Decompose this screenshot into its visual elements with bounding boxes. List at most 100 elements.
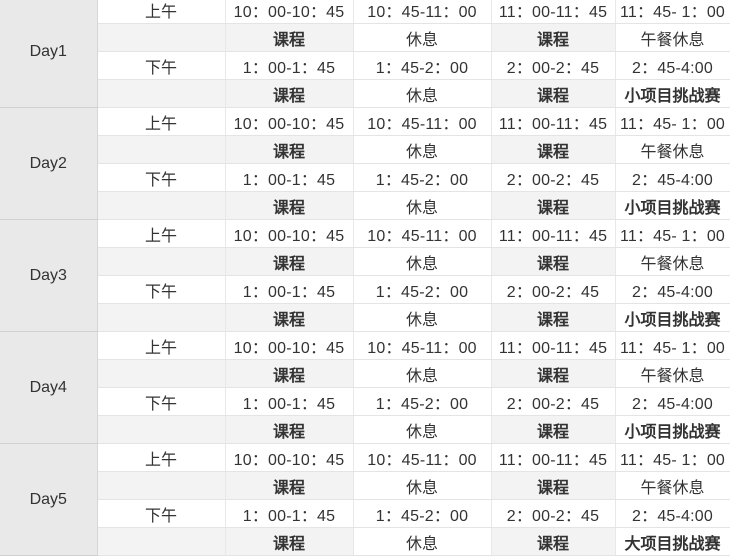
schedule-row: Day4 上午 10：00-10：45 10：45-11：00 11：00-11：45 1… xyxy=(0,331,730,444)
activity-course: 课程 xyxy=(225,303,354,332)
time-slot-pm: 2：00-2：45 xyxy=(491,387,616,416)
time-slot-am: 10：00-10：45 xyxy=(225,331,354,360)
time-slot-am: 10：00-10：45 xyxy=(225,443,354,472)
time-slot-pm: 2：45-4:00 xyxy=(615,387,730,416)
time-slot-am: 10：00-10：45 xyxy=(225,219,354,248)
activity-course: 课程 xyxy=(225,23,354,52)
day-label: Day3 xyxy=(0,219,98,332)
schedule-row: Day2 上午 10：00-10：45 10：45-11：00 11：00-11：45 1… xyxy=(0,107,730,220)
time-slot-am: 11：45- 1：00 xyxy=(615,331,730,360)
activity-course: 课程 xyxy=(225,471,354,500)
activity-course: 课程 xyxy=(491,79,616,108)
activity-course: 课程 xyxy=(225,135,354,164)
time-slot-pm: 2：45-4:00 xyxy=(615,275,730,304)
period-pm-label: 下午 xyxy=(97,499,226,528)
time-slot-am: 10：45-11：00 xyxy=(353,219,492,248)
period-spacer xyxy=(97,79,226,108)
time-slot-pm: 1：45-2：00 xyxy=(353,275,492,304)
activity-rest: 休息 xyxy=(353,359,492,388)
schedule-row: 课程 休息 课程 小项目挑战赛 xyxy=(0,415,730,444)
period-am-label: 上午 xyxy=(97,331,226,360)
activity-lunch: 午餐休息 xyxy=(615,247,730,276)
time-slot-am: 10：45-11：00 xyxy=(353,443,492,472)
time-slot-pm: 2：45-4:00 xyxy=(615,163,730,192)
period-pm-label: 下午 xyxy=(97,51,226,80)
time-slot-am: 11：45- 1：00 xyxy=(615,0,730,24)
period-pm-label: 下午 xyxy=(97,163,226,192)
day-label: Day4 xyxy=(0,331,98,444)
activity-course: 课程 xyxy=(491,191,616,220)
day-label: Day1 xyxy=(0,0,98,108)
activity-course: 课程 xyxy=(491,135,616,164)
activity-course: 课程 xyxy=(491,23,616,52)
schedule-row: 课程 休息 课程 小项目挑战赛 xyxy=(0,79,730,108)
period-am-label: 上午 xyxy=(97,443,226,472)
time-slot-am: 10：45-11：00 xyxy=(353,107,492,136)
schedule-row: 课程 休息 课程 小项目挑战赛 xyxy=(0,303,730,332)
activity-rest: 休息 xyxy=(353,135,492,164)
period-am-label: 上午 xyxy=(97,107,226,136)
time-slot-pm: 1：45-2：00 xyxy=(353,51,492,80)
activity-lunch: 午餐休息 xyxy=(615,359,730,388)
time-slot-am: 11：45- 1：00 xyxy=(615,219,730,248)
time-slot-am: 11：00-11：45 xyxy=(491,443,616,472)
schedule-row: 下午 1：00-1：45 1：45-2：00 2：00-2：45 2：45-4:00 xyxy=(0,499,730,528)
activity-course: 课程 xyxy=(491,247,616,276)
activity-rest: 休息 xyxy=(353,247,492,276)
period-spacer xyxy=(97,359,226,388)
time-slot-pm: 2：00-2：45 xyxy=(491,163,616,192)
schedule-row: Day3 上午 10：00-10：45 10：45-11：00 11：00-11：45 1… xyxy=(0,219,730,332)
activity-rest: 休息 xyxy=(353,415,492,444)
activity-course: 课程 xyxy=(491,415,616,444)
time-slot-pm: 2：00-2：45 xyxy=(491,51,616,80)
period-spacer xyxy=(97,191,226,220)
period-spacer xyxy=(97,471,226,500)
activity-big-challenge: 大项目挑战赛 xyxy=(615,527,730,556)
activity-course: 课程 xyxy=(491,471,616,500)
activity-rest: 休息 xyxy=(353,303,492,332)
activity-course: 课程 xyxy=(491,527,616,556)
time-slot-am: 10：00-10：45 xyxy=(225,107,354,136)
activity-rest: 休息 xyxy=(353,191,492,220)
schedule-row: 课程 休息 课程 午餐休息 xyxy=(0,247,730,276)
activity-small-challenge: 小项目挑战赛 xyxy=(615,191,730,220)
time-slot-am: 11：00-11：45 xyxy=(491,219,616,248)
schedule-table: Day1 上午 10：00-10：45 10：45-11：00 11：00-11：45 1… xyxy=(0,0,730,556)
time-slot-pm: 2：00-2：45 xyxy=(491,275,616,304)
period-spacer xyxy=(97,303,226,332)
time-slot-am: 11：45- 1：00 xyxy=(615,107,730,136)
activity-rest: 休息 xyxy=(353,23,492,52)
schedule-row: 课程 休息 课程 午餐休息 xyxy=(0,135,730,164)
schedule-row: 课程 休息 课程 午餐休息 xyxy=(0,23,730,52)
time-slot-pm: 1：00-1：45 xyxy=(225,275,354,304)
schedule-row: 课程 休息 课程 午餐休息 xyxy=(0,359,730,388)
period-spacer xyxy=(97,247,226,276)
activity-lunch: 午餐休息 xyxy=(615,135,730,164)
time-slot-am: 10：45-11：00 xyxy=(353,331,492,360)
schedule-row: 课程 休息 课程 大项目挑战赛 xyxy=(0,527,730,556)
activity-small-challenge: 小项目挑战赛 xyxy=(615,79,730,108)
activity-lunch: 午餐休息 xyxy=(615,23,730,52)
time-slot-pm: 2：45-4:00 xyxy=(615,499,730,528)
time-slot-pm: 1：00-1：45 xyxy=(225,387,354,416)
activity-course: 课程 xyxy=(225,247,354,276)
period-pm-label: 下午 xyxy=(97,387,226,416)
time-slot-pm: 1：45-2：00 xyxy=(353,499,492,528)
period-spacer xyxy=(97,415,226,444)
activity-course: 课程 xyxy=(491,303,616,332)
time-slot-pm: 1：00-1：45 xyxy=(225,163,354,192)
schedule-row: Day5 上午 10：00-10：45 10：45-11：00 11：00-11：45 1… xyxy=(0,443,730,556)
activity-course: 课程 xyxy=(225,359,354,388)
time-slot-pm: 1：00-1：45 xyxy=(225,499,354,528)
time-slot-am: 10：45-11：00 xyxy=(353,0,492,24)
time-slot-pm: 2：00-2：45 xyxy=(491,499,616,528)
period-spacer xyxy=(97,23,226,52)
activity-rest: 休息 xyxy=(353,527,492,556)
day-label: Day5 xyxy=(0,443,98,556)
schedule-row: 课程 休息 课程 小项目挑战赛 xyxy=(0,191,730,220)
period-pm-label: 下午 xyxy=(97,275,226,304)
activity-course: 课程 xyxy=(225,527,354,556)
schedule-row: 下午 1：00-1：45 1：45-2：00 2：00-2：45 2：45-4:00 xyxy=(0,275,730,304)
time-slot-pm: 1：00-1：45 xyxy=(225,51,354,80)
time-slot-pm: 2：45-4:00 xyxy=(615,51,730,80)
